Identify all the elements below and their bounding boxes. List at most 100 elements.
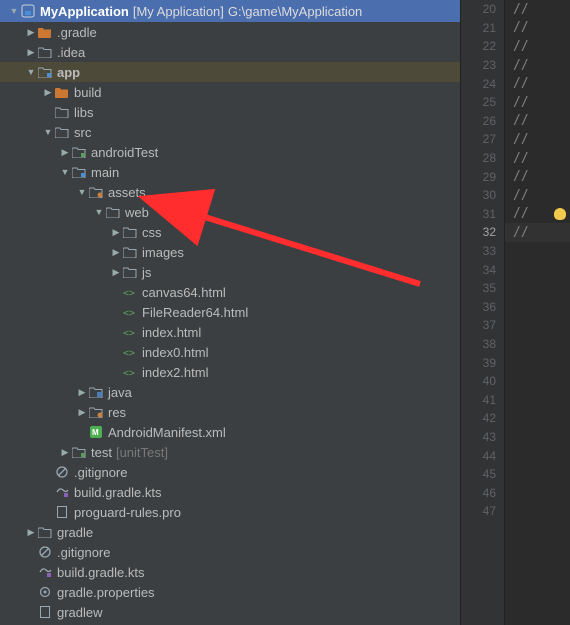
gutter-line-number[interactable]: 24 <box>461 74 504 93</box>
chevron-right-icon[interactable]: ▶ <box>76 407 88 418</box>
tree-item[interactable]: ▼assets <box>0 182 460 202</box>
gutter-line-number[interactable]: 20 <box>461 0 504 19</box>
code-line[interactable] <box>505 372 570 391</box>
code-line[interactable]: // <box>505 186 570 205</box>
tree-item[interactable]: build.gradle.kts <box>0 482 460 502</box>
code-line[interactable] <box>505 242 570 261</box>
tree-item[interactable]: MAndroidManifest.xml <box>0 422 460 442</box>
tree-item[interactable]: gradlew <box>0 602 460 622</box>
gutter-line-number[interactable]: 30 <box>461 186 504 205</box>
code-line[interactable] <box>505 316 570 335</box>
gutter-line-number[interactable]: 37 <box>461 316 504 335</box>
tree-item[interactable]: ▼app <box>0 62 460 82</box>
gutter-line-number[interactable]: 26 <box>461 112 504 131</box>
tree-item[interactable]: ▶images <box>0 242 460 262</box>
tree-item[interactable]: ▶build <box>0 82 460 102</box>
chevron-right-icon[interactable]: ▶ <box>76 387 88 398</box>
code-line[interactable]: // <box>505 112 570 131</box>
project-root-row[interactable]: ▼ MyApplication [My Application] G:\game… <box>0 0 460 22</box>
chevron-down-icon[interactable]: ▼ <box>42 127 54 137</box>
gutter-line-number[interactable]: 21 <box>461 19 504 38</box>
chevron-right-icon[interactable]: ▶ <box>110 267 122 278</box>
gutter-line-number[interactable]: 38 <box>461 335 504 354</box>
code-line[interactable] <box>505 446 570 465</box>
tree-item[interactable]: gradle.properties <box>0 582 460 602</box>
gutter-line-number[interactable]: 25 <box>461 93 504 112</box>
chevron-right-icon[interactable]: ▶ <box>110 247 122 258</box>
code-line[interactable]: // <box>505 0 570 19</box>
code-line[interactable] <box>505 298 570 317</box>
chevron-right-icon[interactable]: ▶ <box>25 27 37 38</box>
tree-item[interactable]: ▼main <box>0 162 460 182</box>
gutter-line-number[interactable]: 46 <box>461 483 504 502</box>
gutter-line-number[interactable]: 41 <box>461 390 504 409</box>
tree-item[interactable]: ▶test[unitTest] <box>0 442 460 462</box>
chevron-down-icon[interactable]: ▼ <box>59 167 71 177</box>
gutter-line-number[interactable]: 31 <box>461 205 504 224</box>
code-line[interactable] <box>505 483 570 502</box>
tree-item[interactable]: <>index2.html <box>0 362 460 382</box>
code-line[interactable]: // <box>505 93 570 112</box>
code-line[interactable]: // <box>505 19 570 38</box>
gutter-line-number[interactable]: 34 <box>461 260 504 279</box>
gutter-line-number[interactable]: 43 <box>461 428 504 447</box>
tree-item[interactable]: ▼src <box>0 122 460 142</box>
code-line[interactable]: // <box>505 167 570 186</box>
code-line[interactable] <box>505 502 570 521</box>
tree-item[interactable]: <>canvas64.html <box>0 282 460 302</box>
code-line[interactable]: // <box>505 74 570 93</box>
gutter-line-number[interactable]: 22 <box>461 37 504 56</box>
chevron-down-icon[interactable]: ▼ <box>25 67 37 77</box>
tree-item[interactable]: ▶css <box>0 222 460 242</box>
chevron-down-icon[interactable]: ▼ <box>93 207 105 217</box>
tree-item[interactable]: .gitignore <box>0 462 460 482</box>
chevron-right-icon[interactable]: ▶ <box>42 87 54 98</box>
tree-item[interactable]: ▶.idea <box>0 42 460 62</box>
chevron-right-icon[interactable]: ▶ <box>59 147 71 158</box>
gutter-line-number[interactable]: 47 <box>461 502 504 521</box>
code-line[interactable] <box>505 465 570 484</box>
gutter-line-number[interactable]: 32 <box>461 223 504 242</box>
gutter-line-number[interactable]: 33 <box>461 242 504 261</box>
code-line[interactable] <box>505 335 570 354</box>
gutter-line-number[interactable]: 42 <box>461 409 504 428</box>
code-line[interactable]: // <box>505 223 570 242</box>
tree-item[interactable]: ▶res <box>0 402 460 422</box>
tree-item[interactable]: ▶androidTest <box>0 142 460 162</box>
code-line[interactable] <box>505 428 570 447</box>
code-line[interactable]: // <box>505 37 570 56</box>
chevron-right-icon[interactable]: ▶ <box>110 227 122 238</box>
tree-item[interactable]: ▶gradle <box>0 522 460 542</box>
tree-item[interactable]: ▶js <box>0 262 460 282</box>
tree-item[interactable]: .gitignore <box>0 542 460 562</box>
gutter-line-number[interactable]: 23 <box>461 56 504 75</box>
gutter-line-number[interactable]: 45 <box>461 465 504 484</box>
code-line[interactable] <box>505 260 570 279</box>
code-line[interactable]: // <box>505 205 570 224</box>
gutter-line-number[interactable]: 35 <box>461 279 504 298</box>
gutter-line-number[interactable]: 39 <box>461 353 504 372</box>
gutter-line-number[interactable]: 44 <box>461 446 504 465</box>
tree-item[interactable]: libs <box>0 102 460 122</box>
tree-item[interactable]: <>index0.html <box>0 342 460 362</box>
lightbulb-icon[interactable] <box>554 208 566 220</box>
code-line[interactable] <box>505 279 570 298</box>
code-line[interactable]: // <box>505 130 570 149</box>
tree-item[interactable]: build.gradle.kts <box>0 562 460 582</box>
code-line[interactable]: // <box>505 149 570 168</box>
gutter-line-number[interactable]: 27 <box>461 130 504 149</box>
tree-item[interactable]: <>FileReader64.html <box>0 302 460 322</box>
chevron-down-icon[interactable]: ▼ <box>76 187 88 197</box>
gutter-line-number[interactable]: 36 <box>461 298 504 317</box>
code-line[interactable] <box>505 409 570 428</box>
chevron-right-icon[interactable]: ▶ <box>25 47 37 58</box>
tree-item[interactable]: proguard-rules.pro <box>0 502 460 522</box>
chevron-right-icon[interactable]: ▶ <box>59 447 71 458</box>
code-line[interactable] <box>505 390 570 409</box>
code-line[interactable]: // <box>505 56 570 75</box>
editor-code-area[interactable]: ////////////////////////// <box>504 0 570 625</box>
gutter-line-number[interactable]: 40 <box>461 372 504 391</box>
code-line[interactable] <box>505 353 570 372</box>
tree-item[interactable]: ▼web <box>0 202 460 222</box>
chevron-right-icon[interactable]: ▶ <box>25 527 37 538</box>
